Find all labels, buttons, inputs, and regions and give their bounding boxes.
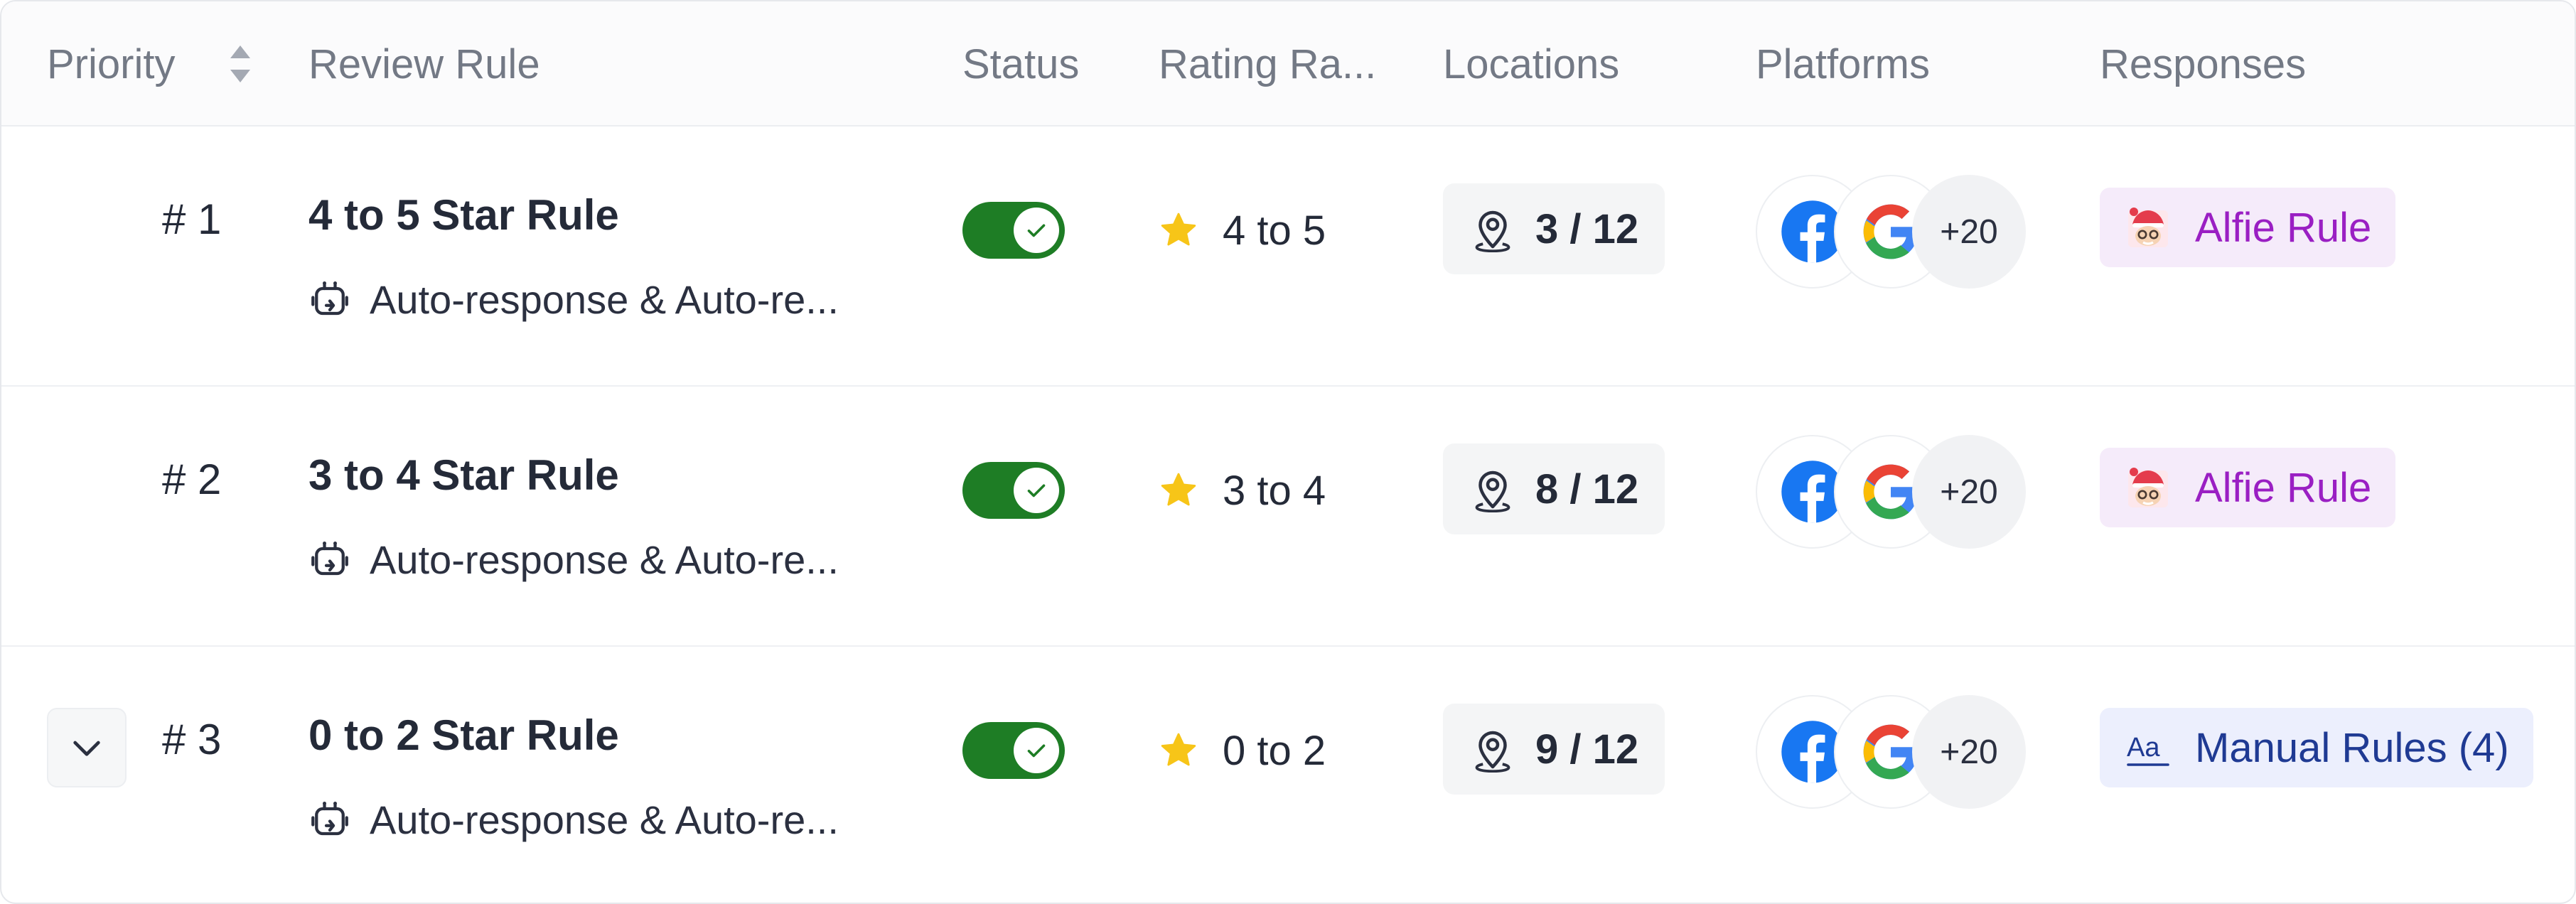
rule-type-label: Auto-response & Auto-re... [370,797,839,842]
rule-name[interactable]: 3 to 4 Star Rule [308,451,619,500]
header-priority[interactable]: Priority [47,1,175,127]
response-label: Alfie Rule [2195,204,2372,251]
expand-row-button[interactable] [47,708,127,787]
locations-count: 8 / 12 [1535,466,1639,512]
rule-name[interactable]: 4 to 5 Star Rule [308,190,619,240]
status-toggle[interactable] [962,202,1065,259]
rule-type: Auto-response & Auto-re... [308,274,839,324]
header-status: Status [962,41,1080,87]
sort-icon[interactable] [226,43,254,85]
svg-text:Aa: Aa [2127,733,2160,763]
robot-icon [311,281,348,316]
status-toggle[interactable] [962,462,1065,519]
alfie-avatar-icon [2128,468,2168,507]
response-chip[interactable]: Aa Manual Rules (4) [2100,708,2533,787]
locations-count: 9 / 12 [1535,726,1639,773]
toggle-knob [1014,468,1059,513]
more-platforms-badge: +20 [1912,435,2026,549]
header-locations: Locations [1443,41,1620,87]
alfie-avatar-icon [2128,208,2168,247]
rule-type: Auto-response & Auto-re... [308,534,839,584]
platforms-group[interactable]: +20 [1756,695,2026,809]
locations-count: 3 / 12 [1535,205,1639,252]
toggle-knob [1014,208,1059,253]
check-icon [1027,224,1046,237]
platforms-group[interactable]: +20 [1756,175,2026,289]
rating-range: 0 to 2 [1159,722,1326,779]
table-header: Priority Review Rule Status Rating Ra...… [1,1,2575,127]
priority-number: # 2 [162,456,222,503]
table-row[interactable]: # 1 4 to 5 Star Rule Auto-response & Aut… [1,127,2575,387]
response-label: Manual Rules (4) [2195,724,2509,771]
rating-range: 4 to 5 [1159,202,1326,259]
star-icon [1161,212,1196,246]
check-icon [1027,484,1046,497]
header-rating-range: Rating Ra... [1159,41,1377,87]
rating-range: 3 to 4 [1159,462,1326,519]
header-responses: Responses [2100,41,2307,87]
location-pin-icon [1475,210,1510,252]
response-chip[interactable]: Alfie Rule [2100,448,2396,527]
rating-text: 0 to 2 [1223,727,1326,774]
response-chip[interactable]: Alfie Rule [2100,188,2396,267]
star-icon [1161,473,1196,506]
more-platforms-badge: +20 [1912,175,2026,289]
robot-icon [311,802,348,836]
text-font-icon: Aa [2127,733,2169,766]
priority-number: # 3 [162,716,222,763]
rating-text: 4 to 5 [1223,207,1326,254]
rule-type: Auto-response & Auto-re... [308,795,839,844]
locations-chip[interactable]: 9 / 12 [1443,704,1665,795]
more-platforms-badge: +20 [1912,695,2026,809]
star-icon [1161,733,1196,766]
check-icon [1027,744,1046,758]
location-pin-icon [1475,470,1510,512]
rule-type-label: Auto-response & Auto-re... [370,537,839,582]
locations-chip[interactable]: 8 / 12 [1443,443,1665,534]
robot-icon [311,542,348,576]
rule-type-label: Auto-response & Auto-re... [370,276,839,322]
rule-name[interactable]: 0 to 2 Star Rule [308,711,619,760]
table-row[interactable]: # 2 3 to 4 Star Rule Auto-response & Aut… [1,387,2575,647]
header-platforms: Platforms [1756,41,1930,87]
table-row[interactable]: # 3 0 to 2 Star Rule Auto-response & Aut… [1,647,2575,903]
response-label: Alfie Rule [2195,464,2372,511]
header-review-rule: Review Rule [308,41,540,87]
locations-chip[interactable]: 3 / 12 [1443,183,1665,274]
review-rules-table: Priority Review Rule Status Rating Ra...… [0,0,2576,904]
rating-text: 3 to 4 [1223,467,1326,514]
chevron-down-icon [73,741,100,756]
toggle-knob [1014,728,1059,773]
location-pin-icon [1475,731,1510,773]
priority-number: # 1 [162,195,222,243]
platforms-group[interactable]: +20 [1756,435,2026,549]
status-toggle[interactable] [962,722,1065,779]
